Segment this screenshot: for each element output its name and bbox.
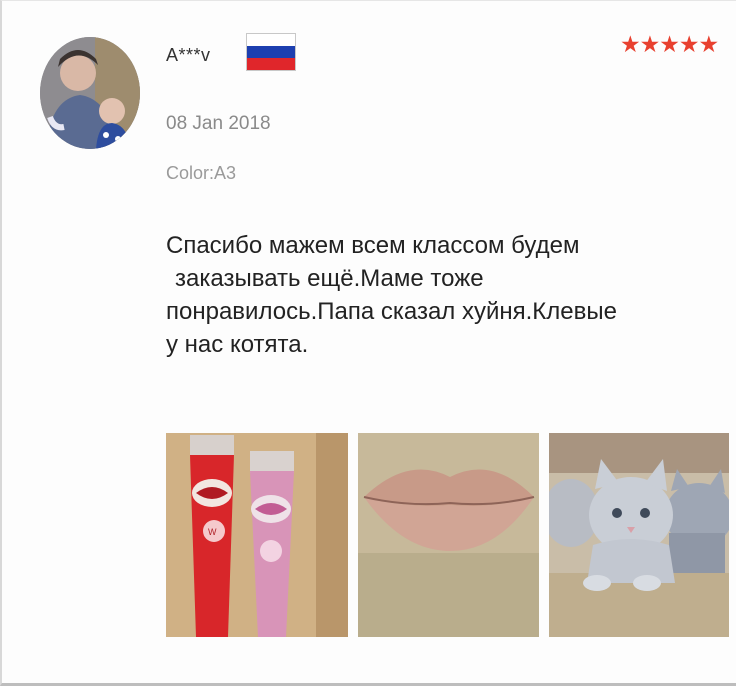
review-date: 08 Jan 2018 [166, 113, 271, 134]
lip-gloss-tubes-photo: W [166, 433, 348, 637]
svg-text:W: W [208, 527, 217, 537]
review-text: Спасибо мажем всем классом будем заказыв… [166, 229, 736, 361]
review-card: A***v ★★★★★ 08 Jan 2018 Color:A3 Спасибо… [0, 0, 736, 686]
review-text-line: Спасибо мажем всем классом будем [166, 232, 580, 259]
review-text-line: понравилось.Папа сказал хуйня.Клевые [166, 298, 617, 325]
reviewer-username: A***v [166, 45, 211, 65]
review-photo-3[interactable] [549, 433, 729, 637]
avatar[interactable] [40, 37, 140, 149]
flag-stripe-red [247, 57, 295, 70]
flag-stripe-white [247, 34, 295, 46]
lips-photo [358, 433, 539, 637]
review-photo-2[interactable] [358, 433, 539, 637]
flag-stripe-blue [247, 45, 295, 58]
review-photo-1[interactable]: W [166, 433, 348, 637]
review-text-line: у нас котята. [166, 331, 309, 358]
russia-flag-icon [246, 33, 296, 71]
color-option: Color:A3 [166, 163, 237, 183]
avatar-photo-icon [40, 37, 140, 149]
review-text-line: заказывать ещё.Маме тоже [175, 265, 484, 292]
star-rating: ★★★★★ [620, 31, 719, 57]
kittens-photo [549, 433, 729, 637]
